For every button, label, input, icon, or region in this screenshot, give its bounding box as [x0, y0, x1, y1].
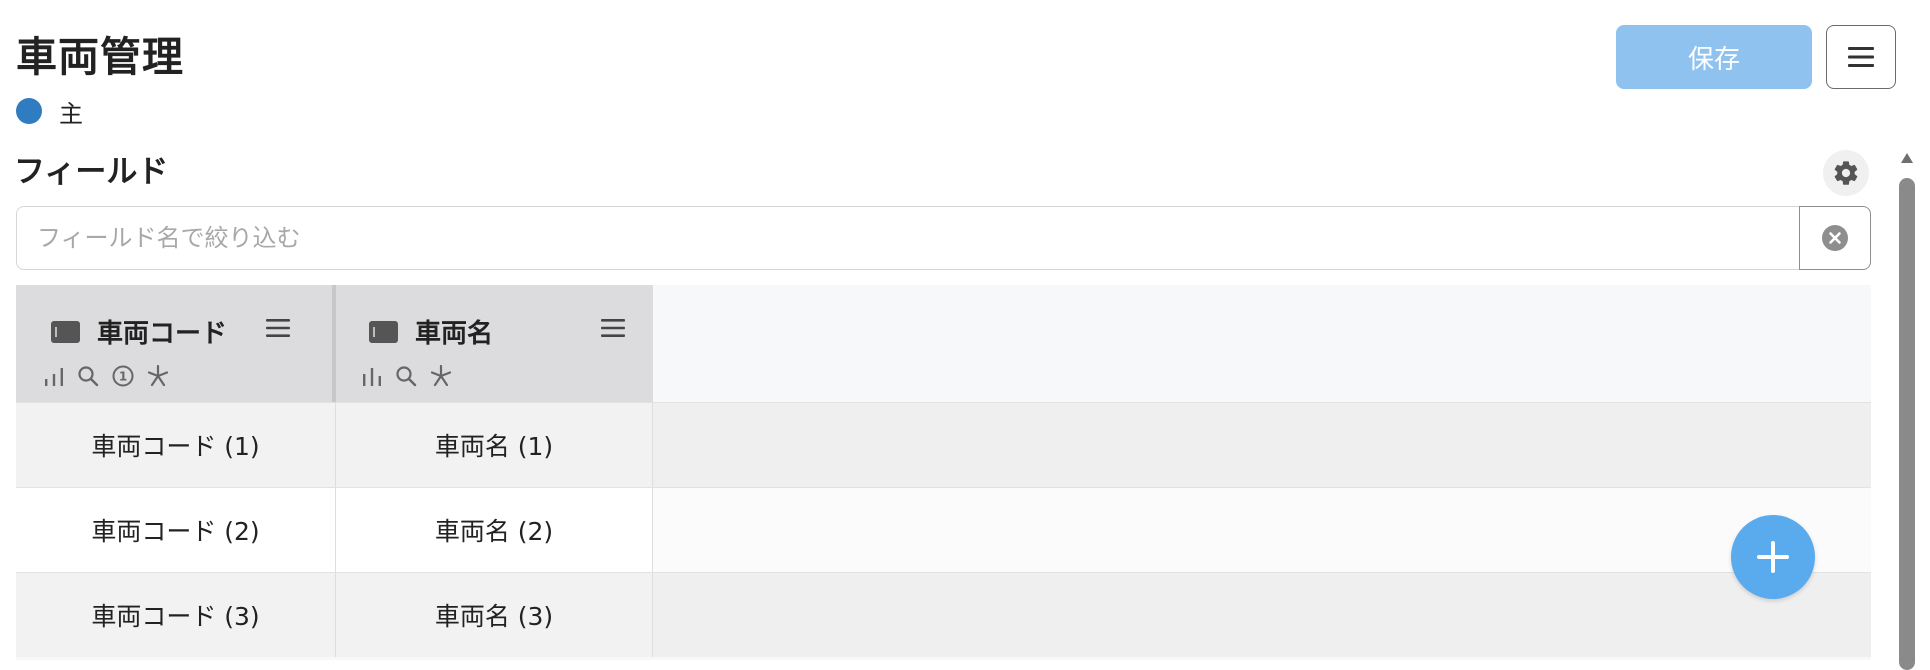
save-button[interactable]: 保存 [1616, 25, 1812, 89]
table-row[interactable]: 車両コード (1) 車両名 (1) [16, 402, 1871, 487]
search-icon [396, 366, 417, 387]
status-label: 主 [59, 99, 83, 128]
add-record-button[interactable] [1731, 515, 1815, 599]
cell-vehicle-name[interactable]: 車両名 (1) [336, 403, 653, 487]
records-grid: 車両コード 1 車両名 車両コード (1) 車両名 (1) 車両コード (2) … [16, 285, 1871, 660]
bar-chart-icon [45, 368, 63, 386]
text-field-icon [369, 320, 398, 343]
svg-text:1: 1 [119, 370, 127, 384]
required-star-icon [147, 365, 169, 387]
column-header-vehicle-code[interactable]: 車両コード 1 [16, 285, 336, 402]
clear-filter-button[interactable] [1799, 206, 1871, 270]
vehicle-management-page: 車両管理 主 保存 フィールド フィールド名で絞り込む 車両コード 1 車両名 … [0, 0, 1930, 670]
cell-vehicle-code[interactable]: 車両コード (1) [16, 403, 336, 487]
hamburger-menu-icon [1848, 47, 1874, 67]
scrollbar-thumb[interactable] [1899, 178, 1915, 670]
page-title: 車両管理 [16, 33, 184, 81]
cell-vehicle-name[interactable]: 車両名 (2) [336, 488, 653, 572]
column-menu-button[interactable] [596, 311, 630, 345]
hamburger-menu-icon [266, 319, 290, 337]
field-settings-button[interactable] [1823, 150, 1869, 196]
column-header-title-row: 車両名 [369, 313, 493, 350]
cell-vehicle-name[interactable]: 車両名 (3) [336, 573, 653, 657]
table-row[interactable]: 車両コード (2) 車両名 (2) [16, 487, 1871, 572]
gear-icon [1834, 161, 1858, 185]
status-dot [16, 98, 42, 124]
text-field-icon [51, 320, 80, 343]
column-menu-button[interactable] [261, 311, 295, 345]
unique-key-icon: 1 [112, 365, 134, 387]
column-feature-icons [362, 365, 452, 387]
column-title: 車両名 [415, 319, 494, 349]
column-title: 車両コード [97, 319, 228, 349]
clear-circle-icon [1822, 225, 1848, 251]
plus-icon [1757, 541, 1789, 573]
column-feature-icons: 1 [44, 365, 169, 387]
cell-vehicle-code[interactable]: 車両コード (3) [16, 573, 336, 657]
table-row[interactable]: 車両コード (3) 車両名 (3) [16, 572, 1871, 657]
cell-vehicle-code[interactable]: 車両コード (2) [16, 488, 336, 572]
vertical-scrollbar[interactable] [1898, 150, 1916, 670]
fields-section-label: フィールド [14, 154, 169, 190]
column-header-title-row: 車両コード [51, 313, 227, 350]
field-filter-input[interactable] [16, 206, 1800, 270]
records-rows: 車両コード (1) 車両名 (1) 車両コード (2) 車両名 (2) 車両コー… [16, 402, 1871, 657]
hamburger-menu-icon [601, 319, 625, 337]
required-star-icon [430, 365, 452, 387]
status-indicator: 主 [16, 96, 83, 128]
column-header-vehicle-name[interactable]: 車両名 [336, 285, 653, 402]
bar-chart-icon [363, 368, 381, 386]
scroll-up-arrow-icon[interactable] [1900, 152, 1914, 164]
search-icon [78, 366, 99, 387]
main-menu-button[interactable] [1826, 25, 1896, 89]
